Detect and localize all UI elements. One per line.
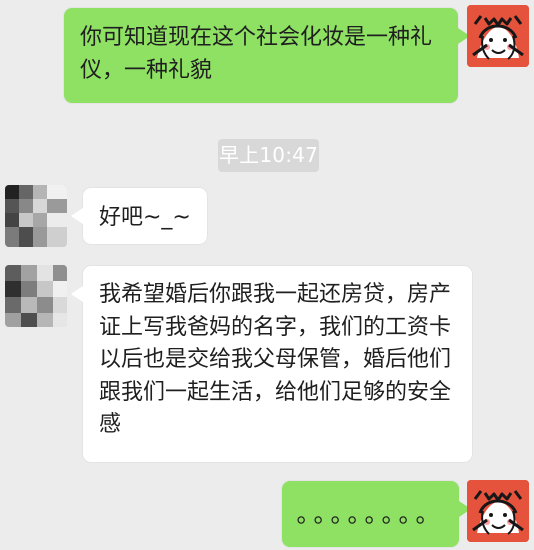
incoming-message-bubble[interactable]: 好吧~_~ [71, 188, 207, 244]
message-text: 你可知道现在这个社会化妆是一种礼仪，一种礼貌 [80, 25, 433, 83]
message-text: 好吧~_~ [99, 205, 191, 230]
timestamp: 早上10:47 [218, 139, 319, 172]
message-text: 。。。。。。。。 [296, 500, 445, 528]
message-text: 我希望婚后你跟我一起还房贷，房产证上写我爸妈的名字，我们的工资卡以后也是交给我父… [99, 282, 452, 438]
self-avatar-icon[interactable] [467, 480, 529, 542]
incoming-message-bubble[interactable]: 我希望婚后你跟我一起还房贷，房产证上写我爸妈的名字，我们的工资卡以后也是交给我父… [71, 266, 472, 462]
chat-window: 你可知道现在这个社会化妆是一种礼仪，一种礼貌 早上10:47 好吧~_~ 我希望… [0, 0, 534, 550]
self-avatar-icon[interactable] [467, 5, 529, 67]
other-avatar-icon[interactable] [5, 265, 67, 327]
outgoing-message-bubble[interactable]: 。。。。。。。。 [282, 481, 471, 547]
outgoing-message-bubble[interactable]: 你可知道现在这个社会化妆是一种礼仪，一种礼貌 [64, 8, 470, 103]
other-avatar-icon[interactable] [5, 185, 67, 247]
